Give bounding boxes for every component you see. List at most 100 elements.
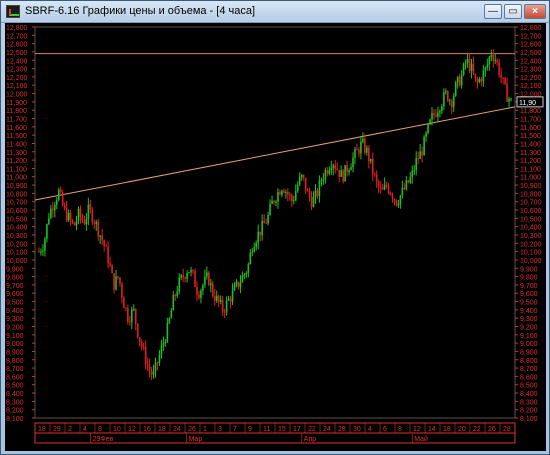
chart-area[interactable]: 12,800 12,800 12,700 12,700 12,600 12,600 12,5… xyxy=(5,23,546,451)
candle-body-down xyxy=(283,190,285,193)
candle-body-down xyxy=(81,217,84,222)
title-bar[interactable]: SBRF-6.16 Графики цены и объема - [4 час… xyxy=(1,1,549,23)
y-tick-label-left: 12,500 xyxy=(6,50,28,57)
y-tick-label-right: 8,500 xyxy=(520,383,538,390)
candle-body-up xyxy=(275,201,277,203)
x-day-label: 28 xyxy=(338,426,346,433)
y-tick-label-right: 10,400 xyxy=(520,225,542,232)
candle-body-up xyxy=(190,270,192,273)
candle-body-up xyxy=(154,362,157,372)
y-tick-label-left: 10,300 xyxy=(6,233,28,240)
candle-body-up xyxy=(352,157,354,168)
candle-body-down xyxy=(71,219,74,223)
candle-body-up xyxy=(411,170,414,178)
y-tick-label-right: 12,800 xyxy=(520,25,542,32)
candle-body-down xyxy=(304,177,307,191)
candle-body-up xyxy=(257,231,260,243)
candle-body-up xyxy=(53,204,56,211)
x-month-label: 29Фев xyxy=(93,436,114,443)
candle-body-up xyxy=(44,238,46,251)
candle-body-up xyxy=(322,179,325,181)
y-tick-label-left: 11,800 xyxy=(6,108,27,115)
candle-body-down xyxy=(326,170,329,174)
x-month-label: Апр xyxy=(304,436,316,443)
candle-body-down xyxy=(368,147,370,162)
candle-body-up xyxy=(419,151,421,159)
candle-body-down xyxy=(223,311,226,313)
price-chart[interactable]: 12,800 12,80012,700 12,70012,600 12,60012,5… xyxy=(5,23,546,451)
candle-body-down xyxy=(194,271,196,287)
candle-body-down xyxy=(103,240,105,246)
candle-body-up xyxy=(281,190,283,195)
y-tick-label-right: 9,300 xyxy=(520,316,538,323)
candle-body-up xyxy=(383,184,386,190)
candle-body-up xyxy=(494,60,497,62)
y-tick-label-left: 11,700 xyxy=(6,117,27,124)
candle-body-down xyxy=(316,190,319,197)
close-button[interactable]: × xyxy=(524,4,546,19)
candle-body-down xyxy=(111,265,113,274)
x-day-label: 20 xyxy=(458,426,466,433)
candle-body-up xyxy=(314,190,317,197)
candle-body-down xyxy=(381,188,384,190)
candle-body-up xyxy=(508,98,510,102)
candle-body-up xyxy=(77,208,80,221)
candle-body-down xyxy=(150,370,153,375)
candle-body-down xyxy=(371,158,374,174)
x-month-label: Май xyxy=(414,435,428,443)
y-tick-label-left: 8,400 xyxy=(6,391,24,398)
candle-body-down xyxy=(334,165,337,169)
candle-body-up xyxy=(210,283,212,286)
candle-body-down xyxy=(237,281,240,288)
candle-body-down xyxy=(97,221,100,237)
candle-body-up xyxy=(188,272,190,274)
candle-body-down xyxy=(506,84,508,102)
candle-body-down xyxy=(391,194,394,200)
y-tick-label-right: 9,600 xyxy=(520,291,538,298)
candle-body-up xyxy=(202,285,204,291)
candle-body-up xyxy=(369,158,372,162)
candle-body-up xyxy=(292,200,295,202)
candle-body-down xyxy=(504,77,506,85)
candle-body-down xyxy=(500,74,502,78)
candle-body-up xyxy=(219,300,222,302)
candle-body-down xyxy=(129,321,131,323)
y-tick-label-right: 8,800 xyxy=(520,358,538,365)
x-day-label: 18 xyxy=(443,426,451,433)
candle-body-up xyxy=(180,275,182,278)
x-day-label: 1 xyxy=(203,426,207,433)
minimize-button[interactable]: — xyxy=(484,4,502,19)
y-tick-label-right: 8,600 xyxy=(520,374,538,381)
candle-body-up xyxy=(164,341,167,344)
y-tick-label-left: 10,100 xyxy=(6,250,28,257)
candle-body-up xyxy=(233,285,236,291)
candle-body-up xyxy=(204,276,206,286)
candle-body-up xyxy=(166,322,169,342)
candle-body-down xyxy=(433,113,435,115)
x-day-label: 4 xyxy=(368,426,372,433)
x-day-label: 28 xyxy=(503,426,511,433)
x-day-label: 9 xyxy=(248,426,252,433)
candle-body-down xyxy=(125,307,127,309)
candle-body-up xyxy=(249,252,252,264)
maximize-button[interactable]: ▭ xyxy=(504,4,522,19)
y-tick-label-right: 11,100 xyxy=(520,166,541,173)
y-tick-label-right: 8,300 xyxy=(520,399,538,406)
candle-body-up xyxy=(332,165,335,169)
y-tick-label-left: 8,500 xyxy=(6,383,24,390)
candle-body-up xyxy=(48,218,50,225)
y-tick-label-left: 8,800 xyxy=(6,358,24,365)
candle-body-up xyxy=(296,184,299,192)
y-tick-label-left: 8,700 xyxy=(6,366,24,373)
candle-body-up xyxy=(168,318,171,323)
y-tick-label-left: 9,800 xyxy=(6,275,24,282)
candle-body-up xyxy=(470,63,473,72)
candle-body-up xyxy=(255,242,258,248)
x-day-label: 26 xyxy=(488,426,496,433)
candle-body-up xyxy=(318,180,321,197)
candle-body-down xyxy=(287,191,289,195)
candle-body-up xyxy=(431,113,433,120)
candle-body-down xyxy=(105,245,107,247)
candle-body-down xyxy=(373,173,376,175)
candle-body-down xyxy=(265,223,267,225)
